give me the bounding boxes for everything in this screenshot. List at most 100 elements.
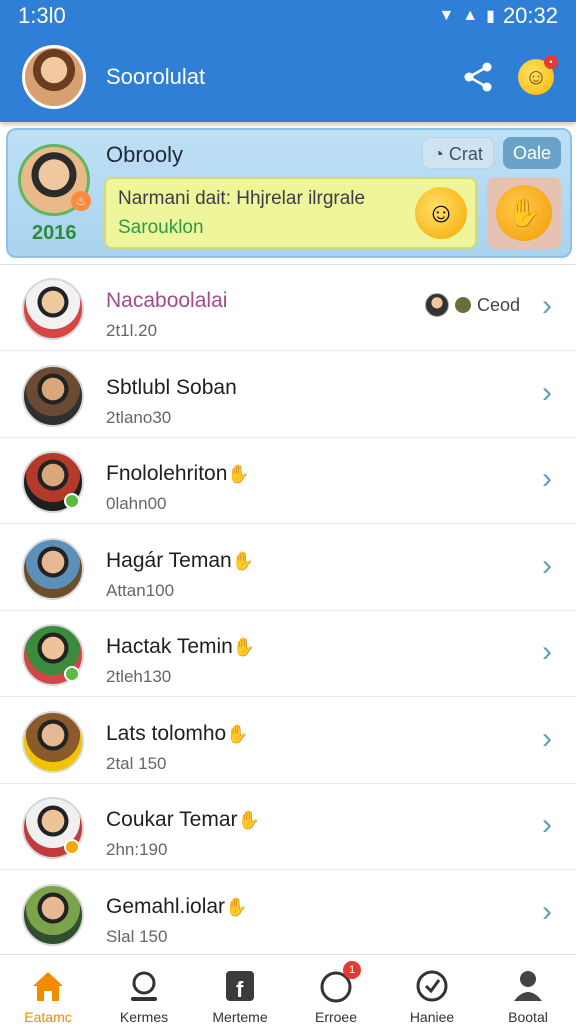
status-time-left: 1:3l0 bbox=[18, 3, 66, 28]
featured-message[interactable]: Narmani dait: Hhjrelar ilrgrale Sarouklo… bbox=[104, 177, 477, 249]
status-indicator bbox=[64, 493, 80, 509]
contact-subtitle: 2tlano30 bbox=[106, 407, 172, 427]
contact-row[interactable]: Hagár Teman✋ Attan100 › bbox=[0, 525, 576, 611]
notification-badge: 1 bbox=[343, 961, 361, 979]
hand-icon: ✋ bbox=[232, 637, 256, 657]
mini-avatar bbox=[424, 293, 449, 317]
react-button[interactable]: ✋ bbox=[487, 177, 561, 249]
status-icons: ▼ ▲ ▮ 20:32 bbox=[438, 3, 558, 29]
hand-icon: ✋ bbox=[237, 810, 260, 830]
contact-avatar bbox=[22, 710, 84, 773]
wifi-icon: ▼ bbox=[438, 7, 455, 24]
app-bar: Soorolulat ☺ • bbox=[0, 32, 576, 122]
featured-avatar[interactable]: ♨ bbox=[18, 144, 91, 216]
status-indicator bbox=[64, 839, 80, 855]
home-icon bbox=[29, 967, 67, 1005]
status-time-right: 20:32 bbox=[502, 3, 558, 28]
contact-avatar bbox=[22, 797, 84, 859]
contact-subtitle: Slal 150 bbox=[106, 926, 168, 946]
compass-icon bbox=[413, 967, 451, 1005]
contact-name: Sbtlubl Soban bbox=[106, 376, 237, 400]
contact-name: Hactak Temin✋ bbox=[106, 635, 255, 659]
circle-icon bbox=[125, 967, 163, 1005]
chevron-right-icon[interactable]: › bbox=[542, 637, 552, 667]
nav-item-merteme[interactable]: f Merteme bbox=[192, 955, 288, 1025]
chevron-right-icon[interactable]: › bbox=[542, 810, 552, 840]
contact-name-text: Hagár Teman bbox=[106, 548, 232, 572]
contact-name-text: Nacaboolalai bbox=[106, 289, 228, 312]
hand-emoji-icon: ✋ bbox=[496, 185, 552, 241]
nav-item-bootal[interactable]: Bootal bbox=[480, 955, 576, 1025]
contact-row[interactable]: Nacaboolalai 2t1l.20 Ceod › bbox=[0, 265, 576, 351]
contact-row[interactable]: Fnololehriton✋ 0lahn00 › bbox=[0, 438, 576, 524]
contact-name: Lats tolomho✋ bbox=[106, 722, 249, 746]
mini-dot-icon bbox=[454, 297, 471, 313]
nav-item-haniee[interactable]: Haniee bbox=[384, 955, 480, 1025]
contact-subtitle: 2hn:190 bbox=[106, 840, 168, 859]
contact-avatar bbox=[22, 364, 84, 427]
contact-row[interactable]: Gemahl.iolar✋ Slal 150 › bbox=[0, 871, 576, 955]
contact-row[interactable]: Sbtlubl Soban 2tlano30 › bbox=[0, 352, 576, 438]
chevron-right-icon[interactable]: › bbox=[542, 291, 552, 321]
contact-name-text: Lats tolomho bbox=[106, 721, 227, 745]
app-title: Soorolulat bbox=[106, 64, 206, 89]
featured-year: 2016 bbox=[32, 222, 77, 244]
contact-subtitle: 2t1l.20 bbox=[106, 321, 158, 340]
nav-label: Erroee bbox=[314, 1009, 358, 1025]
contact-name: Nacaboolalai bbox=[106, 289, 227, 313]
nav-item-kermes[interactable]: Kermes bbox=[96, 955, 192, 1025]
contact-meta-text: Ceod bbox=[476, 294, 520, 315]
battery-icon: ▮ bbox=[486, 8, 495, 25]
contact-avatar bbox=[22, 278, 84, 340]
contact-subtitle: Attan100 bbox=[106, 580, 175, 600]
contact-name-text: Sbtlubl Soban bbox=[106, 375, 237, 399]
contact-subtitle: 2tal 150 bbox=[106, 753, 167, 773]
contact-name-text: Coukar Temar bbox=[106, 808, 238, 831]
nav-item-eatamc[interactable]: Eatamc bbox=[0, 955, 96, 1025]
svg-text:f: f bbox=[236, 977, 244, 1002]
contact-avatar bbox=[22, 624, 84, 686]
notification-icon: 1 bbox=[317, 961, 361, 1005]
status-indicator bbox=[64, 666, 80, 682]
crat-button[interactable]: ◔ Crat bbox=[422, 137, 494, 169]
oale-button[interactable]: Oale bbox=[503, 137, 562, 169]
message-line-1: Narmani dait: Hhjrelar ilrgrale bbox=[118, 188, 366, 209]
chevron-right-icon[interactable]: › bbox=[542, 896, 552, 927]
crat-label: Crat bbox=[448, 144, 483, 164]
emoji-notification-icon[interactable]: ☺ • bbox=[518, 55, 558, 95]
hand-icon: ✋ bbox=[226, 723, 249, 744]
nav-item-erroee[interactable]: 1 Erroee bbox=[288, 955, 384, 1025]
contact-row[interactable]: Lats tolomho✋ 2tal 150 › bbox=[0, 698, 576, 784]
contact-avatar bbox=[22, 537, 84, 600]
chevron-right-icon[interactable]: › bbox=[542, 723, 552, 754]
nav-label: Haniee bbox=[409, 1009, 455, 1025]
featured-name: Obrooly bbox=[106, 142, 184, 167]
chevron-right-icon[interactable]: › bbox=[542, 464, 552, 494]
hand-icon: ✋ bbox=[231, 550, 255, 571]
contact-name-text: Hactak Temin bbox=[106, 635, 233, 658]
chevron-right-icon[interactable]: › bbox=[542, 377, 552, 408]
contact-name: Fnololehriton✋ bbox=[106, 462, 250, 486]
status-bar: 1:3l0 ▼ ▲ ▮ 20:32 bbox=[0, 0, 576, 32]
notification-dot: • bbox=[544, 55, 558, 69]
nav-label: Eatamc bbox=[24, 1009, 72, 1025]
contact-subtitle: 0lahn00 bbox=[106, 494, 167, 513]
hand-icon: ✋ bbox=[227, 464, 250, 484]
contact-avatar bbox=[22, 883, 84, 946]
signal-icon: ▲ bbox=[462, 7, 479, 24]
nav-label: Kermes bbox=[119, 1009, 169, 1025]
contact-row[interactable]: Coukar Temar✋ 2hn:190 › bbox=[0, 784, 576, 870]
kiss-emoji-icon: ☺ bbox=[415, 187, 467, 239]
share-icon[interactable] bbox=[460, 59, 496, 95]
contact-name: Hagár Teman✋ bbox=[106, 549, 254, 573]
hand-icon: ✋ bbox=[225, 896, 248, 917]
profile-avatar[interactable] bbox=[22, 45, 86, 109]
contact-name: Gemahl.iolar✋ bbox=[106, 895, 247, 919]
contact-list: Nacaboolalai 2t1l.20 Ceod › Sbtlubl Soba… bbox=[0, 264, 576, 954]
contact-meta: Ceod bbox=[424, 293, 520, 317]
contact-name: Coukar Temar✋ bbox=[106, 808, 260, 832]
contact-avatar bbox=[22, 451, 84, 513]
chevron-right-icon[interactable]: › bbox=[542, 550, 552, 581]
contact-name-text: Gemahl.iolar bbox=[106, 894, 226, 918]
contact-row[interactable]: Hactak Temin✋ 2tleh130 › bbox=[0, 611, 576, 697]
